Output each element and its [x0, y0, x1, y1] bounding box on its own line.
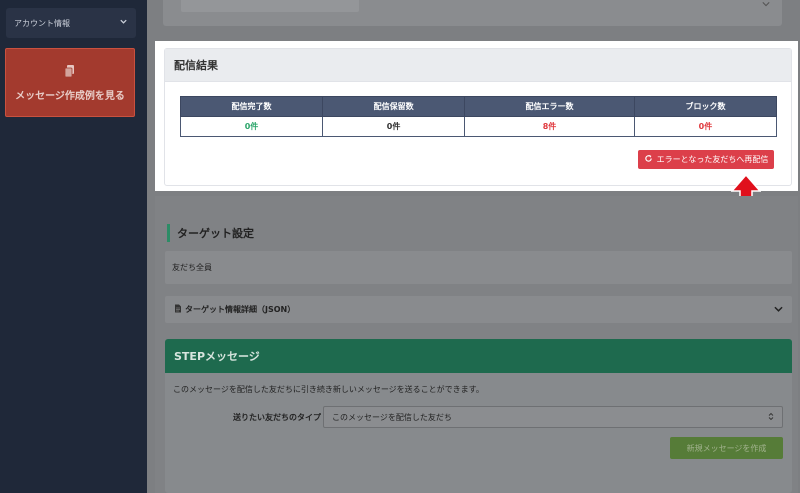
col-errors: 配信エラー数: [464, 96, 635, 117]
delivery-result-table: 配信完了数 配信保留数 配信エラー数 ブロック数 0件 0件 8件 0件: [179, 96, 778, 137]
refresh-icon: [644, 154, 653, 165]
previous-section-field: [181, 0, 359, 12]
copy-icon: [63, 64, 77, 81]
blocked-count: 0件: [633, 116, 778, 137]
col-pending: 配信保留数: [322, 96, 466, 117]
view-message-examples-button[interactable]: メッセージ作成例を見る: [5, 48, 135, 117]
create-new-message-button[interactable]: 新規メッセージを作成: [670, 437, 783, 459]
error-count: 8件: [464, 116, 635, 137]
step-message-title: STEPメッセージ: [165, 339, 792, 373]
target-json-label: ターゲット情報詳細（JSON）: [185, 305, 296, 314]
view-message-examples-label: メッセージ作成例を見る: [15, 90, 125, 102]
col-blocked: ブロック数: [633, 96, 778, 117]
sidebar: アカウント情報 メッセージ作成例を見る: [0, 0, 147, 493]
table-row: 0件 0件 8件 0件: [179, 116, 778, 137]
chevron-down-icon: [774, 305, 783, 314]
friend-type-select[interactable]: このメッセージを配信した友だち: [323, 406, 783, 428]
previous-section-stub: [163, 0, 782, 26]
col-delivered: 配信完了数: [179, 96, 324, 117]
account-info-label: アカウント情報: [14, 18, 70, 28]
account-info-dropdown[interactable]: アカウント情報: [6, 8, 136, 38]
target-json-accordion[interactable]: ターゲット情報詳細（JSON）: [165, 296, 792, 323]
delivered-count: 0件: [179, 116, 324, 137]
step-message-card: STEPメッセージ このメッセージを配信した友だちに引き続き新しいメッセージを送…: [165, 339, 792, 493]
create-new-message-label: 新規メッセージを作成: [686, 443, 767, 453]
step-message-description: このメッセージを配信した友だちに引き続き新しいメッセージを送ることができます。: [173, 385, 484, 394]
chevron-down-icon: [119, 17, 128, 29]
chevron-down-icon: [762, 0, 770, 9]
delivery-result-title: 配信結果: [165, 49, 791, 82]
target-settings-title: ターゲット設定: [167, 224, 254, 242]
target-value-text: 友だち全員: [172, 263, 212, 272]
friend-type-value: このメッセージを配信した友だち: [332, 412, 452, 422]
friend-type-label: 送りたい友だちのタイプ: [233, 413, 321, 422]
resend-errors-label: エラーとなった友だちへ再配信: [656, 155, 769, 164]
select-arrows-icon: [768, 412, 774, 423]
resend-errors-button[interactable]: エラーとなった友だちへ再配信: [638, 150, 774, 169]
target-settings-value: 友だち全員: [165, 251, 792, 284]
document-icon: [174, 304, 182, 315]
pending-count: 0件: [322, 116, 466, 137]
